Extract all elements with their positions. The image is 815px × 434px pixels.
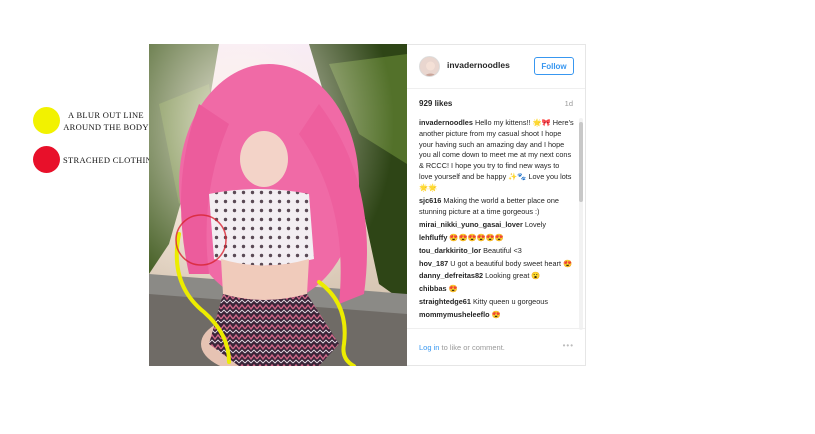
comment-username[interactable]: tou_darkkirito_lor — [419, 246, 481, 255]
post-header: invadernoodles Follow — [407, 45, 585, 89]
comment-text: 😍 — [448, 284, 458, 294]
legend-item-blur-outline: A BLUR OUT LINE AROUND THE BODY — [33, 107, 149, 134]
likes-count[interactable]: 929 likes — [419, 99, 452, 108]
more-options-icon[interactable]: ••• — [563, 341, 574, 350]
post-photo[interactable] — [149, 44, 407, 366]
comment-username[interactable]: chibbas — [419, 284, 447, 293]
post-age[interactable]: 1d — [565, 99, 573, 108]
yellow-dot-icon — [33, 107, 60, 134]
list-item: mirai_nikki_yuno_gasai_lover Lovely — [419, 220, 574, 231]
comment-username[interactable]: mirai_nikki_yuno_gasai_lover — [419, 220, 523, 229]
list-item: sjc616 Making the world a better place o… — [419, 196, 574, 218]
post-footer: Log in to like or comment. ••• — [407, 328, 585, 365]
follow-button[interactable]: Follow — [534, 57, 574, 75]
list-item: hov_187 U got a beautiful body sweet hea… — [419, 259, 574, 270]
comment-username[interactable]: danny_defreitas82 — [419, 271, 483, 280]
post-panel: invadernoodles Follow 929 likes 1d invad… — [407, 44, 586, 366]
login-prompt: Log in to like or comment. — [419, 343, 505, 352]
list-item: danny_defreitas82 Looking great 😮 — [419, 271, 574, 282]
photo-illustration — [149, 44, 407, 366]
avatar-icon — [420, 57, 439, 76]
comments-scrollbar[interactable] — [579, 118, 583, 330]
comment-text: 😍😍😍😍😍😍 — [449, 232, 504, 242]
scrollbar-thumb[interactable] — [579, 122, 583, 202]
comment-username[interactable]: hov_187 — [419, 259, 448, 268]
comment-text: Beautiful <3 — [483, 245, 522, 255]
legend-label-blur-outline: A BLUR OUT LINE AROUND THE BODY — [63, 109, 149, 132]
comments-list[interactable]: invadernoodles Hello my kittens!! 🌟🎀 Her… — [419, 118, 574, 330]
avatar[interactable] — [419, 56, 440, 77]
comment-username[interactable]: invadernoodles — [419, 118, 473, 127]
red-dot-icon — [33, 146, 60, 173]
comment-text: Lovely — [524, 219, 546, 229]
list-item: chibbas 😍 — [419, 284, 574, 295]
comment-text: Looking great 😮 — [485, 271, 541, 281]
list-item: invadernoodles Hello my kittens!! 🌟🎀 Her… — [419, 118, 574, 194]
comment-username[interactable]: mommymusheleeflo — [419, 310, 490, 319]
login-link[interactable]: Log in — [419, 343, 439, 352]
list-item: tou_darkkirito_lor Beautiful <3 — [419, 246, 574, 257]
list-item: straightedge61 Kitty queen u gorgeous — [419, 297, 574, 308]
comment-text: 😍 — [491, 310, 501, 320]
post-username[interactable]: invadernoodles — [447, 60, 510, 70]
list-item: lehfluffy 😍😍😍😍😍😍 — [419, 233, 574, 244]
comment-text: Hello my kittens!! 🌟🎀 Here's another pic… — [419, 118, 574, 192]
comment-text: U got a beautiful body sweet heart 😍 — [450, 258, 573, 268]
comment-username[interactable]: lehfluffy — [419, 233, 447, 242]
comment-username[interactable]: straightedge61 — [419, 297, 471, 306]
comment-username[interactable]: sjc616 — [419, 196, 441, 205]
comment-text: Kitty queen u gorgeous — [472, 297, 548, 307]
list-item: mommymusheleeflo 😍 — [419, 310, 574, 321]
login-suffix: to like or comment. — [439, 343, 505, 352]
